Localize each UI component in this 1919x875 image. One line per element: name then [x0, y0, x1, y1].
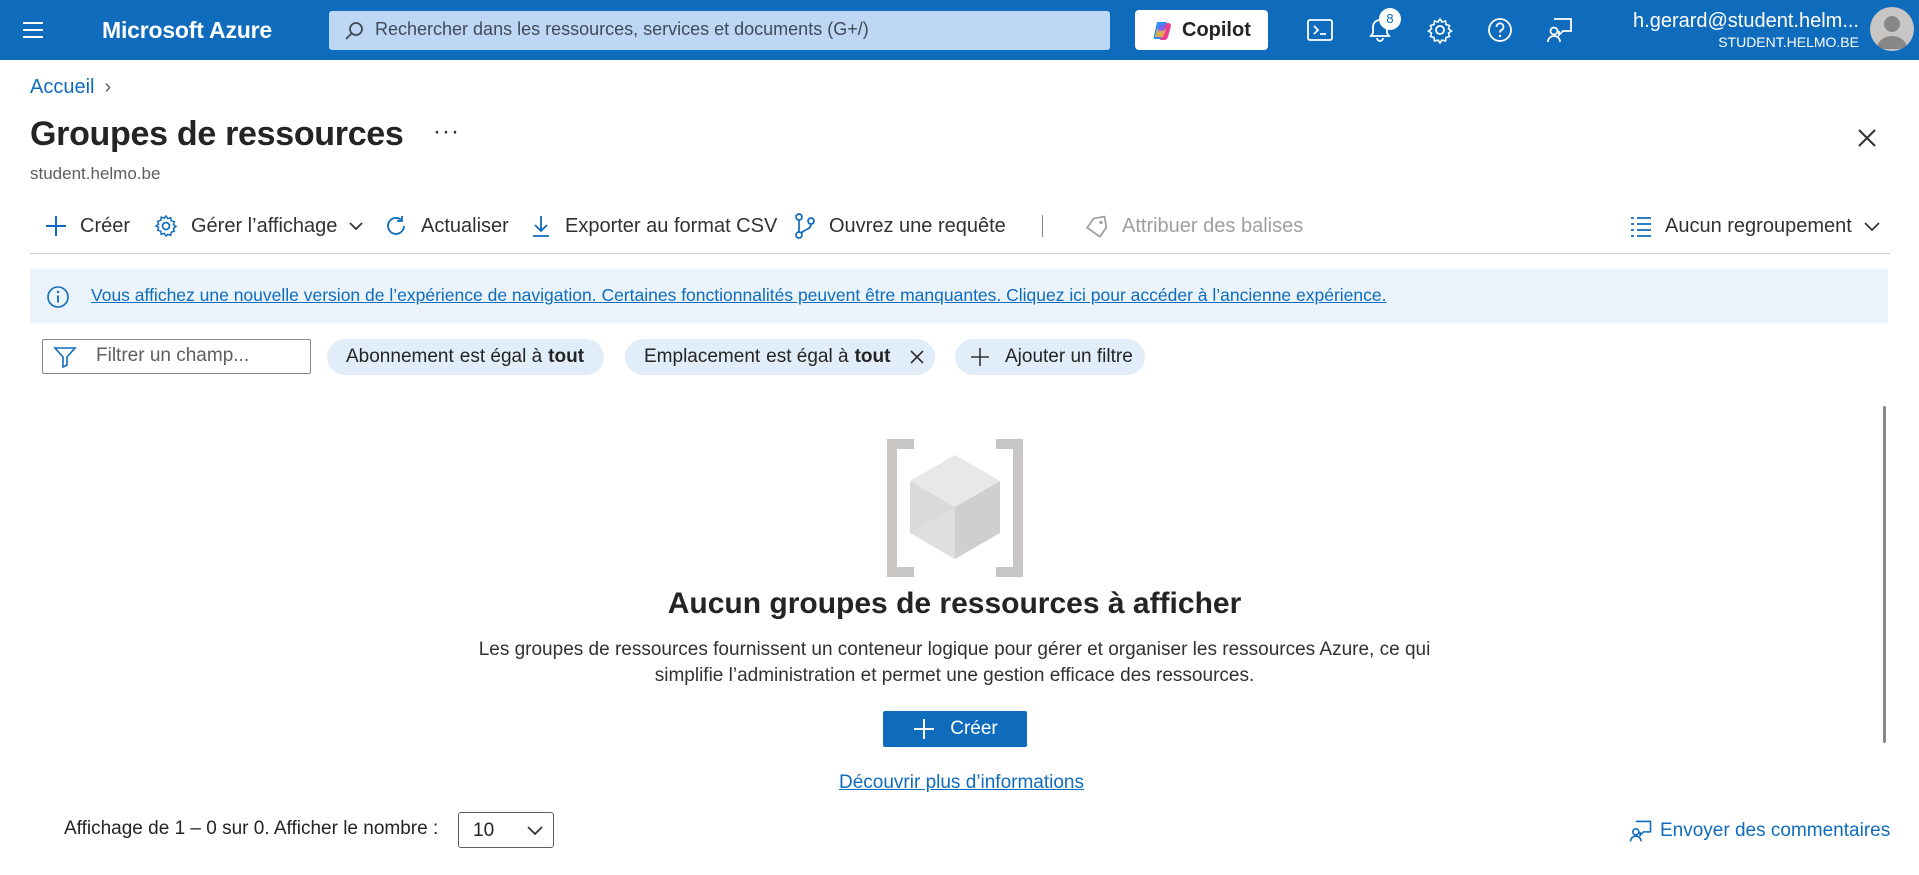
- pagination-summary: Affichage de 1 – 0 sur 0. Afficher le no…: [64, 818, 439, 839]
- refresh-icon: [387, 216, 405, 235]
- learn-more-link[interactable]: Découvrir plus d’informations: [0, 772, 1919, 794]
- more-options-button[interactable]: ···: [433, 118, 460, 146]
- refresh-label: Actualiser: [421, 214, 509, 237]
- filter-field[interactable]: [42, 339, 311, 374]
- chevron-down-icon: [1864, 222, 1880, 232]
- breadcrumb-home-link[interactable]: Accueil: [30, 76, 94, 98]
- location-filter-operator: est égal à: [766, 346, 849, 367]
- export-csv-label: Exporter au format CSV: [565, 214, 778, 237]
- gear-icon[interactable]: [1425, 15, 1455, 45]
- manage-view-button[interactable]: Gérer l’affichage: [153, 203, 365, 249]
- create-button[interactable]: Créer: [44, 203, 130, 249]
- create-label: Créer: [80, 214, 131, 237]
- chevron-right-icon: ›: [104, 76, 112, 98]
- send-feedback-link[interactable]: Envoyer des commentaires: [1628, 818, 1890, 844]
- subscription-filter-pill[interactable]: Abonnement est égal à tout: [327, 339, 605, 375]
- portal-brand[interactable]: Microsoft Azure: [102, 17, 272, 44]
- plus-icon: [971, 348, 989, 366]
- search-icon: [343, 20, 365, 42]
- info-icon: [46, 285, 70, 309]
- user-directory: STUDENT.HELMO.BE: [1718, 34, 1859, 50]
- page-subtitle: student.helmo.be: [30, 164, 161, 183]
- add-filter-button[interactable]: Ajouter un filtre: [955, 339, 1145, 375]
- top-navigation-bar: Microsoft Azure Rechercher dans les ress…: [0, 0, 1919, 60]
- remove-filter-icon[interactable]: [908, 348, 926, 366]
- empty-state-create-button[interactable]: Créer: [883, 711, 1027, 747]
- refresh-button[interactable]: Actualiser: [383, 203, 509, 249]
- send-feedback-label: Envoyer des commentaires: [1660, 820, 1891, 841]
- assign-tags-label: Attribuer des balises: [1122, 214, 1304, 237]
- open-query-button[interactable]: Ouvrez une requête: [793, 203, 1006, 249]
- download-icon: [533, 216, 549, 237]
- list-icon: [1631, 217, 1651, 237]
- plus-icon: [46, 216, 66, 236]
- global-search-box[interactable]: Rechercher dans les ressources, services…: [329, 11, 1110, 50]
- subscription-filter-operator: est égal à: [459, 346, 543, 367]
- filter-icon: [53, 346, 77, 368]
- menu-icon[interactable]: [20, 17, 46, 43]
- location-filter-pill[interactable]: Emplacement est égal à tout: [625, 339, 936, 375]
- notification-count-badge: 8: [1379, 8, 1401, 30]
- query-icon: [795, 213, 815, 239]
- help-icon[interactable]: [1485, 15, 1515, 45]
- add-filter-label: Ajouter un filtre: [1005, 346, 1133, 367]
- open-query-label: Ouvrez une requête: [829, 214, 1006, 237]
- page-size-value: 10: [473, 820, 495, 841]
- page-title: Groupes de ressources: [30, 115, 404, 153]
- empty-state-title: Aucun groupes de ressources à afficher: [667, 587, 1242, 620]
- chevron-down-icon: [527, 826, 543, 836]
- copilot-icon: [1151, 20, 1173, 42]
- toolbar-divider: [1042, 215, 1043, 237]
- page-size-select[interactable]: 10: [458, 812, 554, 848]
- resource-group-icon: [882, 438, 1028, 578]
- avatar[interactable]: [1870, 7, 1914, 51]
- chevron-down-icon: [349, 222, 363, 231]
- assign-tags-button[interactable]: Attribuer des balises: [1084, 203, 1303, 249]
- plus-icon: [914, 719, 935, 739]
- feedback-icon: [1629, 820, 1652, 842]
- info-banner: Vous affichez une nouvelle version de l’…: [30, 269, 1888, 323]
- user-name: h.gerard@student.helm...: [1633, 10, 1859, 32]
- command-bar: Créer Gérer l’affichage Actualiser Expor…: [30, 203, 1890, 254]
- cloud-shell-icon[interactable]: [1305, 15, 1335, 45]
- location-filter-field: Emplacement: [644, 346, 761, 367]
- account-info[interactable]: h.gerard@student.helm... STUDENT.HELMO.B…: [1633, 9, 1859, 51]
- old-experience-link[interactable]: Vous affichez une nouvelle version de l’…: [91, 285, 1387, 306]
- vertical-scrollbar[interactable]: [1883, 406, 1886, 743]
- grouping-label: Aucun regroupement: [1665, 214, 1852, 237]
- location-filter-value: tout: [854, 346, 891, 367]
- filter-input[interactable]: [96, 344, 296, 368]
- close-icon[interactable]: [1855, 126, 1879, 150]
- manage-view-label: Gérer l’affichage: [191, 214, 338, 237]
- empty-state-description: Les groupes de ressources fournissent un…: [478, 639, 1431, 686]
- copilot-button[interactable]: Copilot: [1135, 10, 1268, 50]
- subscription-filter-value: tout: [548, 346, 585, 367]
- export-csv-button[interactable]: Exporter au format CSV: [529, 203, 777, 249]
- feedback-icon[interactable]: [1545, 15, 1575, 45]
- grouping-dropdown[interactable]: Aucun regroupement: [1629, 203, 1882, 249]
- empty-state-create-label: Créer: [950, 718, 998, 739]
- subscription-filter-field: Abonnement: [346, 346, 454, 367]
- copilot-label: Copilot: [1182, 19, 1251, 41]
- search-placeholder: Rechercher dans les ressources, services…: [375, 19, 869, 39]
- tag-icon: [1085, 215, 1108, 238]
- gear-icon: [154, 214, 178, 238]
- breadcrumb: Accueil ›: [30, 76, 111, 99]
